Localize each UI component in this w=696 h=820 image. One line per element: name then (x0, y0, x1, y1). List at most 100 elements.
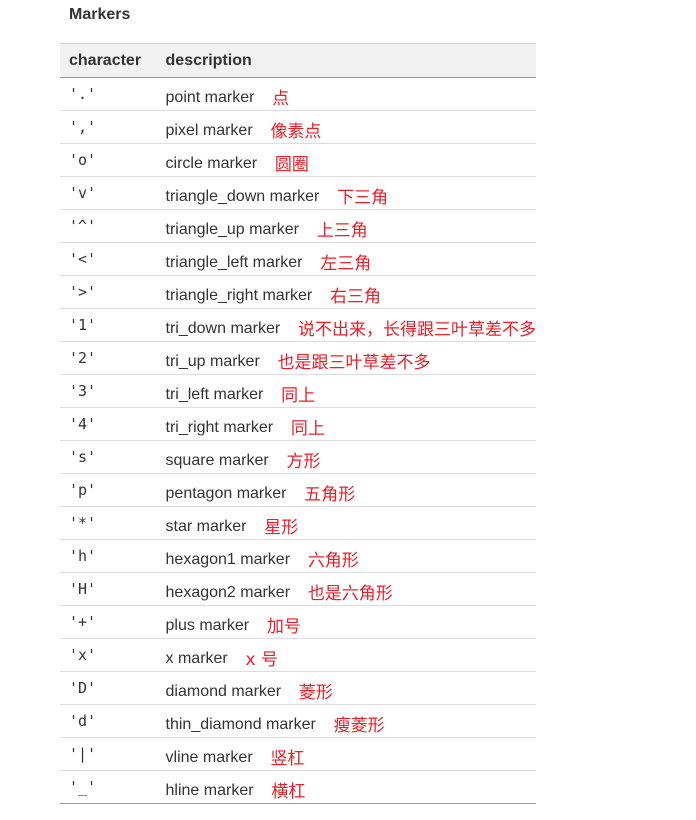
table-row: 's' square marker 方形 (60, 440, 536, 474)
table-row: 'x' x marker x 号 (60, 638, 536, 672)
chinese-annotation: 竖杠 (270, 748, 305, 769)
marker-description: triangle_left marker (165, 253, 303, 271)
marker-description: triangle_up marker (165, 220, 299, 238)
marker-character: 'H' (69, 579, 97, 598)
character-cell: '+' (60, 605, 166, 639)
table-row: '.' point marker 点 (60, 77, 536, 111)
character-cell: '3' (60, 374, 166, 408)
character-cell: 'p' (60, 473, 166, 507)
description-cell: triangle_left marker 左三角 (165, 242, 536, 276)
marker-character: 'd' (69, 711, 97, 730)
marker-description: tri_left marker (165, 385, 264, 403)
marker-description: tri_up marker (165, 352, 260, 370)
table-row: '2' tri_up marker 也是跟三叶草差不多 (60, 341, 536, 375)
chinese-annotation: 同上 (290, 418, 325, 439)
marker-description: point marker (165, 88, 255, 106)
table-row: 'H' hexagon2 marker 也是六角形 (60, 572, 536, 606)
chinese-annotation: 菱形 (298, 682, 333, 703)
marker-character: '>' (69, 282, 97, 301)
table-row: '_' hline marker 横杠 (60, 770, 536, 804)
marker-character: 'x' (69, 645, 97, 664)
chinese-annotation: 五角形 (304, 484, 356, 505)
character-cell: 'D' (60, 671, 166, 705)
marker-description: pixel marker (165, 121, 253, 139)
marker-character: ',' (69, 117, 97, 136)
table-row: '4' tri_right marker 同上 (60, 407, 536, 441)
chinese-annotation: 左三角 (320, 253, 372, 274)
marker-description: pentagon marker (165, 484, 287, 502)
description-cell: pixel marker 像素点 (165, 110, 536, 144)
description-cell: point marker 点 (165, 77, 536, 111)
description-cell: diamond marker 菱形 (165, 671, 536, 705)
chinese-annotation: 也是跟三叶草差不多 (277, 352, 431, 373)
column-header-description: description (165, 43, 536, 78)
marker-description: diamond marker (165, 682, 282, 700)
marker-character: '+' (69, 612, 97, 631)
character-cell: 'x' (60, 638, 166, 672)
table-row: 'o' circle marker 圆圈 (60, 143, 536, 177)
chinese-annotation: 六角形 (307, 550, 359, 571)
chinese-annotation: 上三角 (316, 220, 368, 241)
marker-character: '|' (69, 744, 97, 763)
chinese-annotation: 方形 (286, 451, 321, 472)
character-cell: '>' (60, 275, 166, 309)
table-header-row: character description (60, 43, 536, 78)
table-row: 'p' pentagon marker 五角形 (60, 473, 536, 507)
marker-description: tri_right marker (165, 418, 274, 436)
marker-character: 'v' (69, 183, 97, 202)
marker-description: square marker (165, 451, 269, 469)
marker-character: '2' (69, 348, 97, 367)
marker-description: hline marker (165, 781, 254, 799)
character-cell: 's' (60, 440, 166, 474)
table-row: '1' tri_down marker 说不出来，长得跟三叶草差不多 (60, 308, 536, 342)
marker-character: 'h' (69, 546, 97, 565)
character-cell: '.' (60, 77, 166, 111)
table-row: '^' triangle_up marker 上三角 (60, 209, 536, 243)
marker-description: star marker (165, 517, 247, 535)
chinese-annotation: 横杠 (271, 781, 306, 802)
chinese-annotation: 星形 (264, 517, 299, 538)
description-cell: plus marker 加号 (165, 605, 536, 639)
marker-description: plus marker (165, 616, 250, 634)
marker-description: hexagon1 marker (165, 550, 291, 568)
character-cell: '<' (60, 242, 166, 276)
marker-description: hexagon2 marker (165, 583, 291, 601)
table-row: '3' tri_left marker 同上 (60, 374, 536, 408)
marker-character: '<' (69, 249, 97, 268)
chinese-annotation: 说不出来，长得跟三叶草差不多 (298, 319, 536, 340)
marker-character: 'o' (69, 150, 97, 169)
marker-character: 'p' (69, 480, 97, 499)
marker-character: '*' (69, 513, 97, 532)
character-cell: 'v' (60, 176, 166, 210)
markers-table: character description '.' point marker 点 '… (60, 43, 536, 804)
description-cell: vline marker 竖杠 (165, 737, 536, 771)
marker-character: '_' (69, 777, 97, 796)
marker-description: x marker (165, 649, 228, 667)
character-cell: 'h' (60, 539, 166, 573)
marker-description: circle marker (165, 154, 258, 172)
chinese-annotation: 右三角 (330, 286, 382, 307)
table-body: '.' point marker 点 ',' pixel marker 像素点 'o' c… (60, 77, 536, 804)
marker-character: 'D' (69, 678, 97, 697)
character-cell: '_' (60, 770, 166, 804)
description-cell: circle marker 圆圈 (165, 143, 536, 177)
character-cell: '4' (60, 407, 166, 441)
section-title: Markers (69, 6, 131, 23)
character-cell: '|' (60, 737, 166, 771)
table-row: '|' vline marker 竖杠 (60, 737, 536, 771)
table-row: 'h' hexagon1 marker 六角形 (60, 539, 536, 573)
description-cell: star marker 星形 (165, 506, 536, 540)
marker-description: triangle_down marker (165, 187, 320, 205)
marker-description: vline marker (165, 748, 253, 766)
